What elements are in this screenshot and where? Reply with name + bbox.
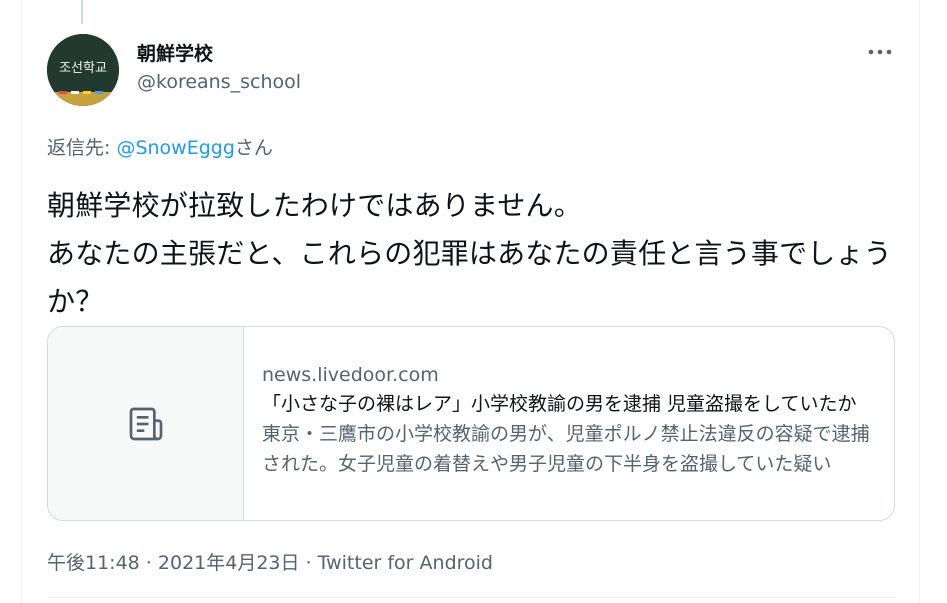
link-card-text: news.livedoor.com 「小さな子の裸はレア」小学校教諭の男を逮捕 … (262, 361, 872, 479)
column-border-right (919, 0, 920, 603)
meta-divider (47, 597, 896, 598)
author-handle[interactable]: @koreans_school (137, 71, 301, 93)
more-icon (868, 49, 892, 55)
more-button[interactable] (862, 36, 898, 68)
thread-connector-line (81, 0, 83, 24)
avatar-image: 조선학교 (47, 34, 119, 106)
column-border-left (21, 0, 22, 603)
link-card-description: 東京・三鷹市の小学校教諭の男が、児童ポルノ禁止法違反の容疑で逮捕された。女子児童… (262, 423, 870, 475)
tweet-date: 2021年4月23日 (157, 552, 300, 574)
tweet-text: 朝鮮学校が拉致したわけではありません。 あなたの主張だと、これらの犯罪はあなたの… (47, 189, 892, 318)
author-display-name[interactable]: 朝鮮学校 (137, 39, 213, 66)
link-card-domain: news.livedoor.com (262, 364, 439, 386)
tweet-time: 午後11:48 (47, 552, 140, 574)
reply-suffix: さん (234, 137, 273, 159)
reply-mention-link[interactable]: @SnowEggg (116, 137, 234, 159)
avatar[interactable]: 조선학교 (47, 34, 119, 106)
link-card-thumbnail (48, 327, 244, 520)
avatar-text: 조선학교 (59, 61, 107, 76)
tweet-time-link[interactable]: 午後11:48 · 2021年4月23日 (47, 552, 300, 574)
reply-prefix: 返信先: (47, 137, 117, 159)
article-icon (129, 407, 162, 440)
meta-separator: · (299, 552, 318, 574)
link-card-title: 「小さな子の裸はレア」小学校教諭の男を逮捕 児童盗撮をしていたか (262, 393, 857, 415)
tweet-source-link[interactable]: Twitter for Android (318, 552, 493, 574)
reply-context: 返信先: @SnowEgggさん (47, 133, 273, 160)
meta-separator: · (139, 552, 158, 574)
tweet-meta: 午後11:48 · 2021年4月23日 · Twitter for Andro… (47, 548, 493, 575)
link-card[interactable]: news.livedoor.com 「小さな子の裸はレア」小学校教諭の男を逮捕 … (47, 326, 895, 521)
